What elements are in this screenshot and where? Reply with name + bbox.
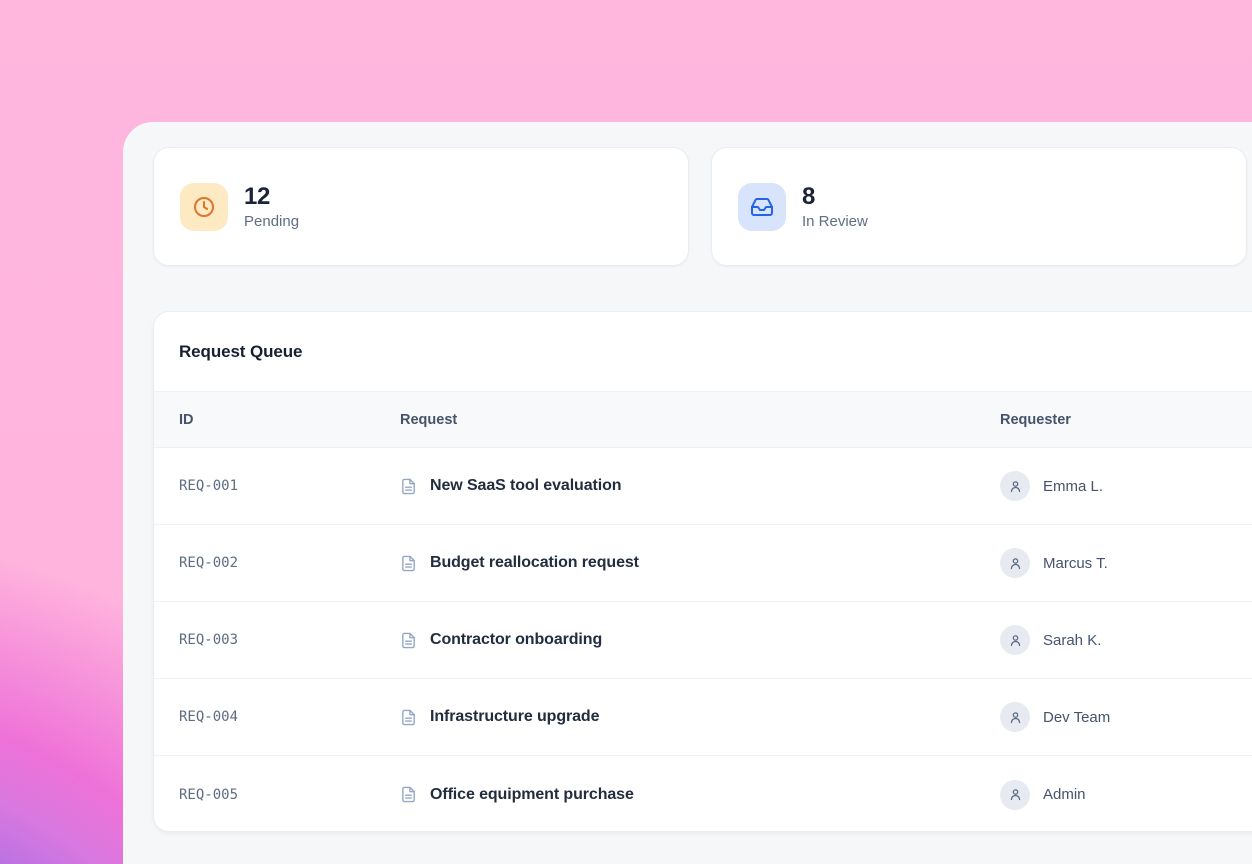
stats-row: 12 Pending 8 In Review [153,147,1252,266]
stat-card-pending: 12 Pending [153,147,689,266]
table-row[interactable]: REQ-003 Contractor onboarding Sarah K. [154,602,1252,679]
request-title: Budget reallocation request [430,554,639,572]
clock-icon [180,183,228,231]
stat-card-in-review: 8 In Review [711,147,1247,266]
requester-name: Marcus T. [1043,555,1108,572]
document-icon [400,786,417,803]
requester-cell: Sarah K. [1000,625,1252,655]
column-header-id: ID [179,412,400,428]
requester-cell: Admin [1000,780,1252,810]
pending-count: 12 [244,183,299,211]
request-id: REQ-001 [179,478,400,494]
request-id: REQ-003 [179,632,400,648]
document-icon [400,478,417,495]
table-header-row: ID Request Requester [154,391,1252,448]
requester-name: Emma L. [1043,478,1103,495]
request-id: REQ-004 [179,709,400,725]
column-header-requester: Requester [1000,412,1252,428]
app-panel: 12 Pending 8 In Review Request Queue ID … [123,122,1252,864]
document-icon [400,555,417,572]
pending-label: Pending [244,213,299,230]
request-title: Contractor onboarding [430,631,602,649]
request-id: REQ-005 [179,787,400,803]
stat-text: 8 In Review [802,183,868,231]
requester-cell: Emma L. [1000,471,1252,501]
request-title: New SaaS tool evaluation [430,477,621,495]
request-title: Infrastructure upgrade [430,708,599,726]
document-icon [400,709,417,726]
requester-name: Dev Team [1043,709,1110,726]
person-icon [1000,702,1030,732]
in-review-label: In Review [802,213,868,230]
column-header-request: Request [400,412,1000,428]
request-cell: New SaaS tool evaluation [400,477,1000,495]
requester-cell: Marcus T. [1000,548,1252,578]
request-cell: Office equipment purchase [400,786,1000,804]
request-cell: Budget reallocation request [400,554,1000,572]
table-row[interactable]: REQ-005 Office equipment purchase Admin [154,756,1252,832]
table-row[interactable]: REQ-002 Budget reallocation request Marc… [154,525,1252,602]
request-cell: Contractor onboarding [400,631,1000,649]
requester-cell: Dev Team [1000,702,1252,732]
inbox-icon [738,183,786,231]
person-icon [1000,780,1030,810]
request-cell: Infrastructure upgrade [400,708,1000,726]
document-icon [400,632,417,649]
stat-text: 12 Pending [244,183,299,231]
requester-name: Admin [1043,786,1086,803]
table-title: Request Queue [154,312,1252,391]
person-icon [1000,625,1030,655]
person-icon [1000,471,1030,501]
request-title: Office equipment purchase [430,786,634,804]
request-id: REQ-002 [179,555,400,571]
person-icon [1000,548,1030,578]
request-queue-card: Request Queue ID Request Requester REQ-0… [153,311,1252,832]
requester-name: Sarah K. [1043,632,1101,649]
in-review-count: 8 [802,183,868,211]
table-row[interactable]: REQ-004 Infrastructure upgrade Dev Team [154,679,1252,756]
table-row[interactable]: REQ-001 New SaaS tool evaluation Emma L. [154,448,1252,525]
